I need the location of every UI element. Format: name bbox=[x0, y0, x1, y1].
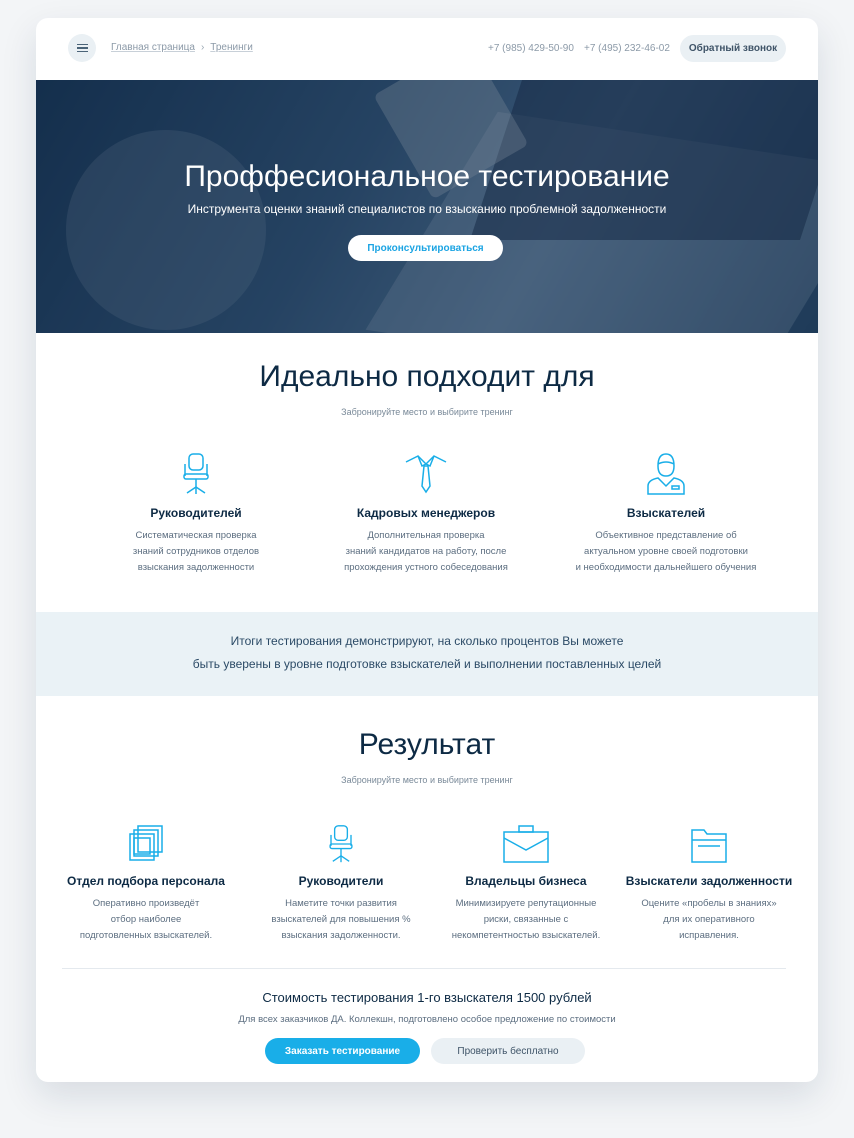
result-item-hr-dept: Отдел подбора персонала Оперативно произ… bbox=[56, 824, 236, 944]
office-chair-icon bbox=[183, 453, 209, 494]
ideal-item-title: Руководителей bbox=[150, 506, 242, 520]
result-item-title: Руководители bbox=[298, 874, 384, 888]
consult-button[interactable]: Проконсультироваться bbox=[348, 235, 503, 261]
hero-banner: Проффесиональное тестирование Инструмент… bbox=[36, 80, 818, 333]
folder-icon bbox=[691, 829, 727, 863]
chevron-right-icon: › bbox=[200, 42, 205, 53]
result-item-desc: Наметите точки развития взыскателей для … bbox=[271, 898, 411, 941]
tie-icon bbox=[405, 455, 447, 494]
page-card: Главная страница › Тренинги +7 (985) 429… bbox=[36, 18, 818, 1082]
result-title: Результат bbox=[358, 728, 496, 761]
breadcrumb-home[interactable]: Главная страница bbox=[111, 42, 195, 53]
ideal-title: Идеально подходит для bbox=[259, 360, 595, 393]
breadcrumb: Главная страница › Тренинги bbox=[111, 42, 253, 53]
ideal-item-title: Кадровых менеджеров bbox=[356, 506, 496, 520]
hero-subtitle: Инструмента оценки знаний специалистов п… bbox=[187, 202, 667, 216]
employee-icon bbox=[647, 453, 685, 495]
ideal-subtitle: Забронируйте место и выбирите тренинг bbox=[341, 407, 513, 417]
result-item-desc: Минимизируете репутационные риски, связа… bbox=[451, 898, 601, 941]
ideal-item-title: Взыскателей bbox=[626, 506, 706, 520]
ideal-item-desc: Систематическая проверка знаний сотрудни… bbox=[132, 530, 260, 573]
result-item-managers: Руководители Наметите точки развития взы… bbox=[251, 824, 431, 944]
order-test-button[interactable]: Заказать тестирование bbox=[265, 1038, 420, 1064]
result-item-collectors: Взыскатели задолженности Оцените «пробел… bbox=[619, 824, 799, 944]
price-title: Стоимость тестирования 1-го взыскателя 1… bbox=[262, 990, 592, 1005]
photos-icon bbox=[129, 825, 163, 861]
briefcase-icon bbox=[503, 825, 549, 863]
result-subtitle: Забронируйте место и выбирите тренинг bbox=[341, 775, 513, 785]
callback-button[interactable]: Обратный звонок bbox=[680, 35, 786, 62]
ideal-item-hr: Кадровых менеджеров Дополнительная прове… bbox=[326, 452, 526, 576]
ideal-item-desc: Дополнительная проверка знаний кандидато… bbox=[344, 530, 508, 573]
ideal-item-collectors: Взыскателей Объективное представление об… bbox=[556, 452, 776, 576]
header: Главная страница › Тренинги +7 (985) 429… bbox=[36, 18, 818, 80]
phone-2[interactable]: +7 (495) 232-46-02 bbox=[584, 43, 670, 54]
result-item-title: Владельцы бизнеса bbox=[465, 874, 587, 888]
result-item-desc: Оперативно произведёт отбор наиболее под… bbox=[79, 898, 213, 941]
phone-1[interactable]: +7 (985) 429-50-90 bbox=[488, 43, 574, 54]
result-item-title: Взыскатели задолженности bbox=[625, 874, 793, 888]
ideal-item-desc: Объективное представление об актуальном … bbox=[575, 530, 757, 573]
price-subtitle: Для всех заказчиков ДА. Коллекшн, подгот… bbox=[238, 1014, 616, 1025]
band-line-2: быть уверены в уровне подготовке взыскат… bbox=[192, 657, 662, 671]
ideal-item-managers: Руководителей Систематическая проверка з… bbox=[96, 452, 296, 576]
divider bbox=[62, 968, 786, 969]
office-chair-icon bbox=[329, 825, 353, 863]
result-item-owners: Владельцы бизнеса Минимизируете репутаци… bbox=[431, 824, 621, 944]
breadcrumb-trainings[interactable]: Тренинги bbox=[210, 42, 253, 53]
check-free-button[interactable]: Проверить бесплатно bbox=[431, 1038, 585, 1064]
result-item-desc: Оцените «пробелы в знаниях» для их опера… bbox=[641, 898, 777, 941]
info-band: Итоги тестирования демонстрируют, на ско… bbox=[36, 612, 818, 696]
band-line-1: Итоги тестирования демонстрируют, на ско… bbox=[230, 634, 624, 648]
menu-icon[interactable] bbox=[68, 34, 96, 62]
result-item-title: Отдел подбора персонала bbox=[67, 874, 225, 888]
hero-title: Проффесиональное тестирование bbox=[184, 160, 670, 193]
